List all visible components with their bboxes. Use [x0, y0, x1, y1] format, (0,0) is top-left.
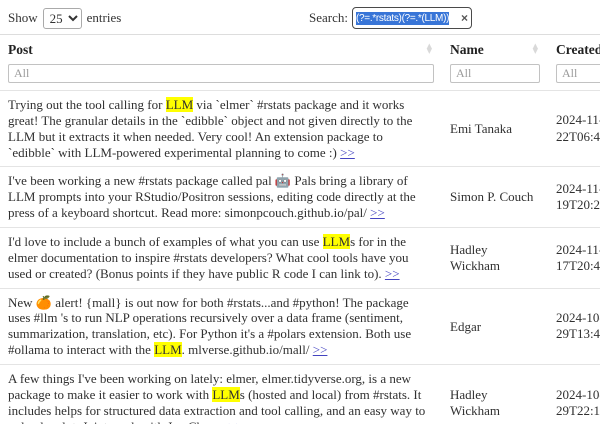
- search-highlight: LLM: [323, 234, 350, 249]
- column-header-createdat[interactable]: CreatedAt: [548, 35, 600, 65]
- column-header-name[interactable]: Name: [442, 35, 548, 65]
- search-input-selected-text: (?=.*rstats)(?=.*(LLM)): [356, 12, 449, 25]
- expand-post-link[interactable]: >>: [370, 205, 385, 220]
- table-row: I've been working a new #rstats package …: [0, 167, 600, 228]
- table-body: Trying out the tool calling for LLM via …: [0, 91, 600, 424]
- show-label: Show: [8, 10, 38, 26]
- search-input[interactable]: (?=.*rstats)(?=.*(LLM)) ×: [352, 7, 472, 29]
- sort-icon[interactable]: [427, 44, 432, 56]
- created-at: 2024-10-29T13:40:2: [548, 288, 600, 364]
- author-name: Hadley Wickham: [442, 228, 548, 289]
- filter-row: [0, 64, 600, 91]
- created-at: 2024-11-22T06:41:2: [548, 91, 600, 167]
- expand-post-link[interactable]: >>: [228, 419, 243, 424]
- created-at: 2024-11-19T20:20:2: [548, 167, 600, 228]
- header-row: Post Name CreatedAt: [0, 35, 600, 65]
- post-text: Trying out the tool calling for LLM via …: [0, 91, 442, 167]
- expand-post-link[interactable]: >>: [313, 342, 328, 357]
- table-row: New 🍊 alert! {mall} is out now for both …: [0, 288, 600, 364]
- created-at: 2024-11-17T20:42:2: [548, 228, 600, 289]
- post-text: I've been working a new #rstats package …: [0, 167, 442, 228]
- entries-select[interactable]: 25: [43, 8, 82, 29]
- search-highlight: LLM: [154, 342, 181, 357]
- filter-input-name[interactable]: [450, 64, 540, 83]
- table-row: A few things I've been working on lately…: [0, 365, 600, 424]
- expand-post-link[interactable]: >>: [340, 145, 355, 160]
- column-header-post[interactable]: Post: [0, 35, 442, 65]
- expand-post-link[interactable]: >>: [385, 266, 400, 281]
- author-name: Edgar: [442, 288, 548, 364]
- created-at: 2024-10-29T22:13:2: [548, 365, 600, 424]
- author-name: Simon P. Couch: [442, 167, 548, 228]
- search-label: Search:: [309, 10, 348, 26]
- author-name: Hadley Wickham: [442, 365, 548, 424]
- post-text: I'd love to include a bunch of examples …: [0, 228, 442, 289]
- table-row: Trying out the tool calling for LLM via …: [0, 91, 600, 167]
- post-text: A few things I've been working on lately…: [0, 365, 442, 424]
- datatable-page: Show 25 entries Search: (?=.*rstats)(?=.…: [0, 0, 600, 424]
- search-highlight: LLM: [166, 97, 193, 112]
- entries-label: entries: [87, 10, 122, 26]
- table-row: I'd love to include a bunch of examples …: [0, 228, 600, 289]
- clear-search-icon[interactable]: ×: [461, 12, 468, 24]
- posts-table: Post Name CreatedAt: [0, 34, 600, 424]
- filter-input-post[interactable]: [8, 64, 434, 83]
- post-text: New 🍊 alert! {mall} is out now for both …: [0, 288, 442, 364]
- page-length-control: Show 25 entries: [8, 8, 121, 29]
- search-highlight: LLM: [212, 387, 239, 402]
- table-wrapper: Post Name CreatedAt: [0, 34, 600, 424]
- sort-icon[interactable]: [533, 44, 538, 56]
- search-control: Search: (?=.*rstats)(?=.*(LLM)) ×: [309, 7, 472, 29]
- table-controls: Show 25 entries Search: (?=.*rstats)(?=.…: [0, 0, 600, 34]
- filter-input-createdat[interactable]: [556, 64, 600, 83]
- author-name: Emi Tanaka: [442, 91, 548, 167]
